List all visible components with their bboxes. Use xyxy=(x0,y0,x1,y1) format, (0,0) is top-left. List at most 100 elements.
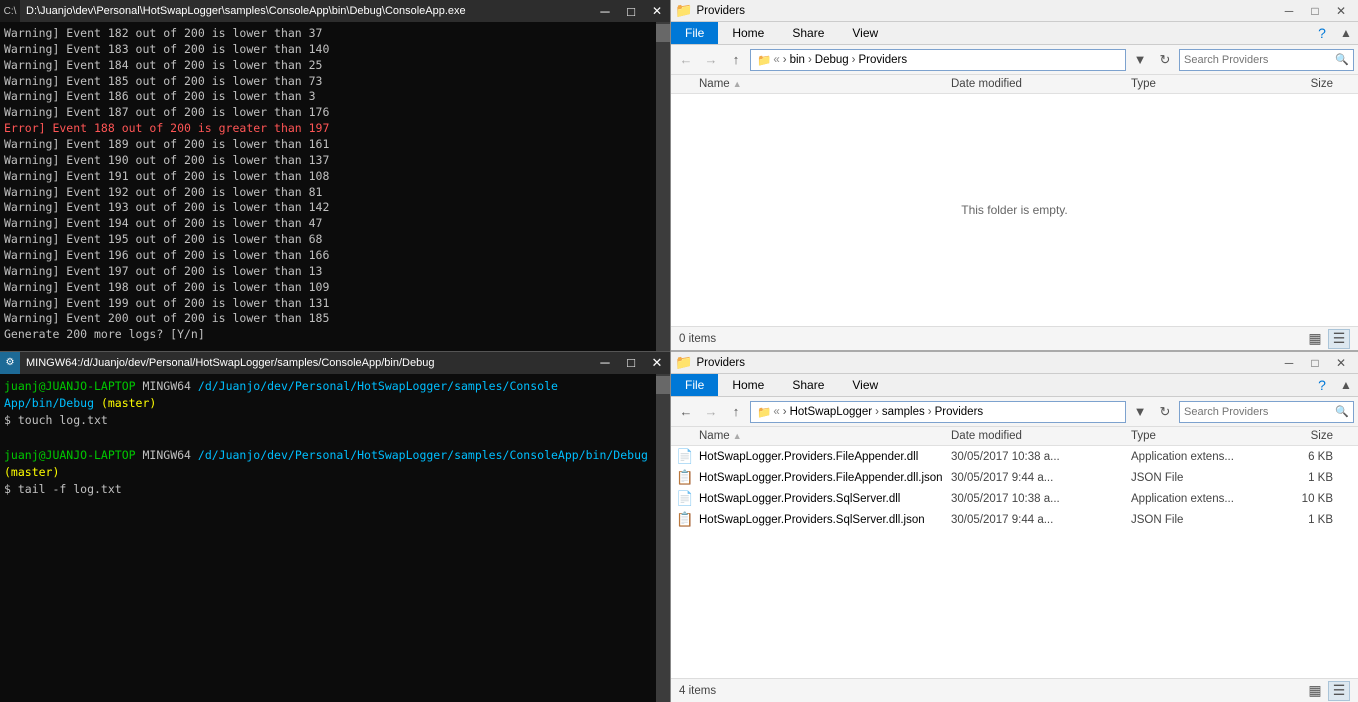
prompt-shell-2: MINGW64 xyxy=(143,448,198,462)
help-button-2[interactable]: ? xyxy=(1310,374,1334,396)
minimize-button-e2[interactable]: ─ xyxy=(1276,352,1302,374)
file-icon-0: 📄 xyxy=(671,448,699,465)
ribbon-collapse-1[interactable]: ▲ xyxy=(1334,22,1358,44)
up-button-2[interactable]: ↑ xyxy=(725,401,747,423)
terminal-titlebar-2: ⚙ MINGW64:/d/Juanjo/dev/Personal/HotSwap… xyxy=(0,352,670,374)
search-box-1[interactable]: 🔍 xyxy=(1179,49,1354,71)
sort-arrow-2: ▲ xyxy=(733,431,742,441)
address-bar-1[interactable]: 📁 « › bin › Debug › Providers xyxy=(750,49,1126,71)
prompt-user-2: juanj@JUANJO-LAPTOP xyxy=(4,448,136,462)
file-type-2: Application extens... xyxy=(1131,493,1261,505)
terminal-line: Warning] Event 185 out of 200 is lower t… xyxy=(4,74,652,90)
tab-file-1[interactable]: File xyxy=(671,22,718,44)
terminal-line: juanj@JUANJO-LAPTOP MINGW64 /d/Juanjo/de… xyxy=(4,447,652,464)
address-providers-2: Providers xyxy=(935,406,984,418)
file-date-2: 30/05/2017 10:38 a... xyxy=(951,493,1131,505)
tab-view-1[interactable]: View xyxy=(838,22,892,44)
terminal-line: Warning] Event 195 out of 200 is lower t… xyxy=(4,232,652,248)
forward-button-2[interactable]: → xyxy=(700,401,722,423)
help-button-1[interactable]: ? xyxy=(1310,22,1334,44)
file-name-3: HotSwapLogger.Providers.SqlServer.dll.js… xyxy=(699,514,951,526)
search-input-2[interactable] xyxy=(1184,406,1335,418)
refresh-button-2[interactable]: ↻ xyxy=(1154,401,1176,423)
tab-file-2[interactable]: File xyxy=(671,374,718,396)
address-doublearrow: « xyxy=(773,54,779,66)
prompt-branch-2: (master) xyxy=(4,465,59,479)
terminal-line: Warning] Event 182 out of 200 is lower t… xyxy=(4,26,652,42)
grid-view-button-1[interactable]: ▦ xyxy=(1304,329,1326,349)
empty-folder-msg: This folder is empty. xyxy=(671,94,1358,326)
address-folder-icon: 📁 xyxy=(757,53,771,67)
maximize-button-e2[interactable]: □ xyxy=(1302,352,1328,374)
file-icon-3: 📋 xyxy=(671,511,699,528)
maximize-button-2[interactable]: □ xyxy=(618,352,644,374)
file-row-0[interactable]: 📄 HotSwapLogger.Providers.FileAppender.d… xyxy=(671,446,1358,467)
close-button-e2[interactable]: ✕ xyxy=(1328,352,1354,374)
terminal-body-1: Warning] Event 182 out of 200 is lower t… xyxy=(0,22,670,351)
detail-view-button-1[interactable]: ☰ xyxy=(1328,329,1350,349)
detail-view-button-2[interactable]: ☰ xyxy=(1328,681,1350,701)
address-folder-icon-2: 📁 xyxy=(757,405,771,419)
file-row-3[interactable]: 📋 HotSwapLogger.Providers.SqlServer.dll.… xyxy=(671,509,1358,530)
file-row-2[interactable]: 📄 HotSwapLogger.Providers.SqlServer.dll … xyxy=(671,488,1358,509)
minimize-button-e1[interactable]: ─ xyxy=(1276,0,1302,22)
folder-icon-2: 📁 xyxy=(675,354,692,371)
col-type-2: Type xyxy=(1131,430,1261,442)
close-button[interactable]: ✕ xyxy=(644,0,670,22)
terminal-line: Warning] Event 191 out of 200 is lower t… xyxy=(4,169,652,185)
back-button-2[interactable]: ← xyxy=(675,401,697,423)
dropdown-button-1[interactable]: ▼ xyxy=(1129,49,1151,71)
address-bar-2[interactable]: 📁 « › HotSwapLogger › samples › Provider… xyxy=(750,401,1126,423)
forward-button-1[interactable]: → xyxy=(700,49,722,71)
file-size-1: 1 KB xyxy=(1261,472,1341,484)
tab-home-2[interactable]: Home xyxy=(718,374,778,396)
tab-view-2[interactable]: View xyxy=(838,374,892,396)
close-button-e1[interactable]: ✕ xyxy=(1328,0,1354,22)
maximize-button-e1[interactable]: □ xyxy=(1302,0,1328,22)
terminal-line: Warning] Event 197 out of 200 is lower t… xyxy=(4,264,652,280)
scrollbar-thumb-2[interactable] xyxy=(656,376,670,394)
close-button-2[interactable]: ✕ xyxy=(644,352,670,374)
status-count-2: 4 items xyxy=(679,685,716,697)
col-size-2: Size xyxy=(1261,430,1341,442)
minimize-button-2[interactable]: ─ xyxy=(592,352,618,374)
terminal-line: juanj@JUANJO-LAPTOP MINGW64 /d/Juanjo/de… xyxy=(4,378,652,395)
terminal-content-2: juanj@JUANJO-LAPTOP MINGW64 /d/Juanjo/de… xyxy=(0,374,670,503)
file-type-1: JSON File xyxy=(1131,472,1261,484)
grid-view-button-2[interactable]: ▦ xyxy=(1304,681,1326,701)
back-button-1[interactable]: ← xyxy=(675,49,697,71)
up-button-1[interactable]: ↑ xyxy=(725,49,747,71)
scrollbar-track[interactable] xyxy=(656,22,670,351)
tab-share-1[interactable]: Share xyxy=(778,22,838,44)
toolbar-2: ← → ↑ 📁 « › HotSwapLogger › samples › Pr… xyxy=(671,397,1358,427)
terminal-line: App/bin/Debug (master) xyxy=(4,395,652,412)
search-box-2[interactable]: 🔍 xyxy=(1179,401,1354,423)
terminal-blank xyxy=(4,429,652,446)
terminal-line: Warning] Event 190 out of 200 is lower t… xyxy=(4,153,652,169)
minimize-button[interactable]: ─ xyxy=(592,0,618,22)
col-header-1: Name ▲ Date modified Type Size xyxy=(671,75,1358,94)
file-row-1[interactable]: 📋 HotSwapLogger.Providers.FileAppender.d… xyxy=(671,467,1358,488)
dropdown-button-2[interactable]: ▼ xyxy=(1129,401,1151,423)
tab-home-1[interactable]: Home xyxy=(718,22,778,44)
ribbon-tabs-2: File Home Share View ? ▲ xyxy=(671,374,1358,397)
prompt-path: /d/Juanjo/dev/Personal/HotSwapLogger/sam… xyxy=(198,379,558,393)
refresh-button-1[interactable]: ↻ xyxy=(1154,49,1176,71)
right-panel: 📁 Providers ─ □ ✕ File Home Share View ?… xyxy=(671,0,1358,702)
address-chevron-5: › xyxy=(875,406,879,418)
explorer-window-1: 📁 Providers ─ □ ✕ File Home Share View ?… xyxy=(671,0,1358,352)
scrollbar-thumb[interactable] xyxy=(656,24,670,42)
file-name-0: HotSwapLogger.Providers.FileAppender.dll xyxy=(699,451,951,463)
ribbon-collapse-2[interactable]: ▲ xyxy=(1334,374,1358,396)
prompt-shell: MINGW64 xyxy=(143,379,198,393)
prompt-path-cont: App/bin/Debug xyxy=(4,396,101,410)
terminal-error-line: Error] Event 188 out of 200 is greater t… xyxy=(4,121,652,137)
scrollbar-track-2[interactable] xyxy=(656,374,670,702)
maximize-button[interactable]: □ xyxy=(618,0,644,22)
address-hotswap: HotSwapLogger xyxy=(790,406,872,418)
search-input-1[interactable] xyxy=(1184,54,1335,66)
prompt-user: juanj@JUANJO-LAPTOP xyxy=(4,379,136,393)
prompt-branch: (master) xyxy=(101,396,156,410)
terminal-line: Warning] Event 194 out of 200 is lower t… xyxy=(4,216,652,232)
tab-share-2[interactable]: Share xyxy=(778,374,838,396)
